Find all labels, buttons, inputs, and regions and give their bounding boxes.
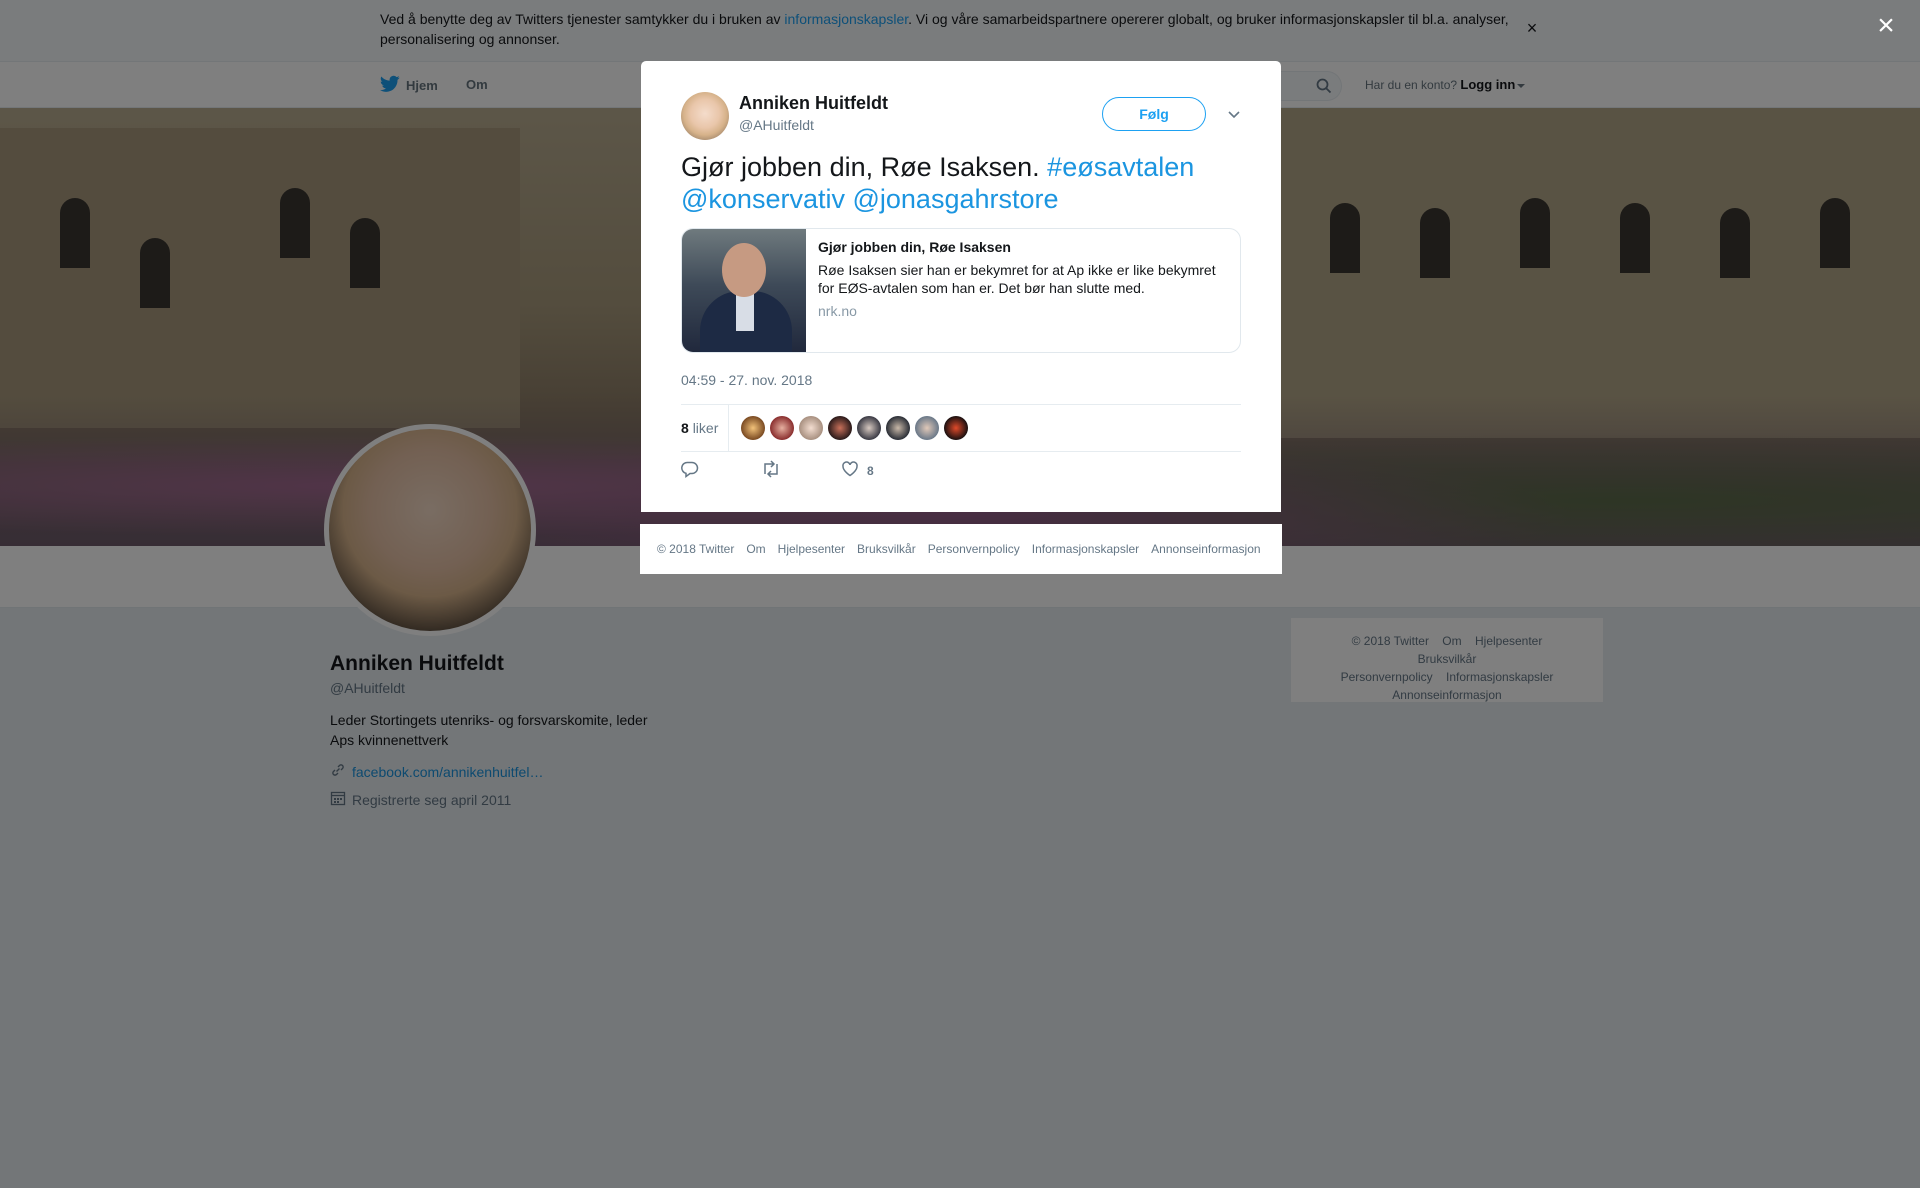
heart-icon — [841, 460, 859, 483]
liker-avatar[interactable] — [770, 416, 794, 440]
modal-footer: © 2018 Twitter Om Hjelpesenter Bruksvilk… — [640, 524, 1282, 574]
mention-link[interactable]: @konservativ — [681, 184, 845, 214]
tweet-timestamp[interactable]: 04:59 - 27. nov. 2018 — [681, 372, 812, 388]
like-button[interactable]: 8 — [841, 460, 874, 483]
mention-link[interactable]: @jonasgahrstore — [852, 184, 1058, 214]
link-preview-card[interactable]: Gjør jobben din, Røe Isaksen Røe Isaksen… — [681, 228, 1241, 353]
liker-avatars — [741, 416, 968, 440]
tweet-author-avatar[interactable] — [681, 92, 729, 140]
tweet-author-handle[interactable]: @AHuitfeldt — [739, 117, 814, 133]
footer-link[interactable]: Bruksvilkår — [857, 542, 916, 556]
liker-avatar[interactable] — [915, 416, 939, 440]
hashtag-link[interactable]: #eøsavtalen — [1047, 152, 1194, 182]
liker-avatar[interactable] — [886, 416, 910, 440]
tweet-stats: 8 liker — [681, 404, 1241, 452]
footer-link[interactable]: © 2018 Twitter — [657, 542, 734, 556]
likes-count[interactable]: 8 liker — [681, 405, 730, 451]
tweet-text-body: Gjør jobben din, Røe Isaksen. — [681, 152, 1048, 182]
liker-avatar[interactable] — [741, 416, 765, 440]
overlay-close-button[interactable]: × — [1870, 10, 1902, 42]
card-thumbnail — [682, 229, 806, 352]
chevron-down-icon[interactable] — [1225, 105, 1243, 123]
liker-avatar[interactable] — [828, 416, 852, 440]
liker-avatar[interactable] — [799, 416, 823, 440]
tweet-text: Gjør jobben din, Røe Isaksen. #eøsavtale… — [681, 151, 1241, 215]
reply-button[interactable] — [681, 461, 699, 481]
retweet-button[interactable] — [761, 459, 781, 483]
tweet-actions: 8 — [681, 459, 1241, 485]
liker-avatar[interactable] — [857, 416, 881, 440]
card-title: Gjør jobben din, Røe Isaksen — [818, 239, 1011, 255]
card-domain: nrk.no — [818, 303, 857, 319]
likes-label: liker — [692, 420, 719, 436]
liker-avatar[interactable] — [944, 416, 968, 440]
footer-link[interactable]: Informasjonskapsler — [1032, 542, 1139, 556]
footer-link[interactable]: Hjelpesenter — [778, 542, 845, 556]
footer-link[interactable]: Om — [746, 542, 765, 556]
reply-icon — [681, 460, 699, 483]
retweet-icon — [761, 459, 781, 483]
like-count: 8 — [867, 464, 874, 478]
tweet-author-name[interactable]: Anniken Huitfeldt — [739, 93, 888, 114]
tweet-modal: Anniken Huitfeldt @AHuitfeldt Følg Gjør … — [641, 61, 1281, 512]
likes-number: 8 — [681, 420, 689, 436]
footer-link[interactable]: Annonseinformasjon — [1151, 542, 1260, 556]
card-description: Røe Isaksen sier han er bekymret for at … — [818, 262, 1216, 296]
footer-link[interactable]: Personvernpolicy — [928, 542, 1020, 556]
follow-button[interactable]: Følg — [1102, 97, 1206, 131]
